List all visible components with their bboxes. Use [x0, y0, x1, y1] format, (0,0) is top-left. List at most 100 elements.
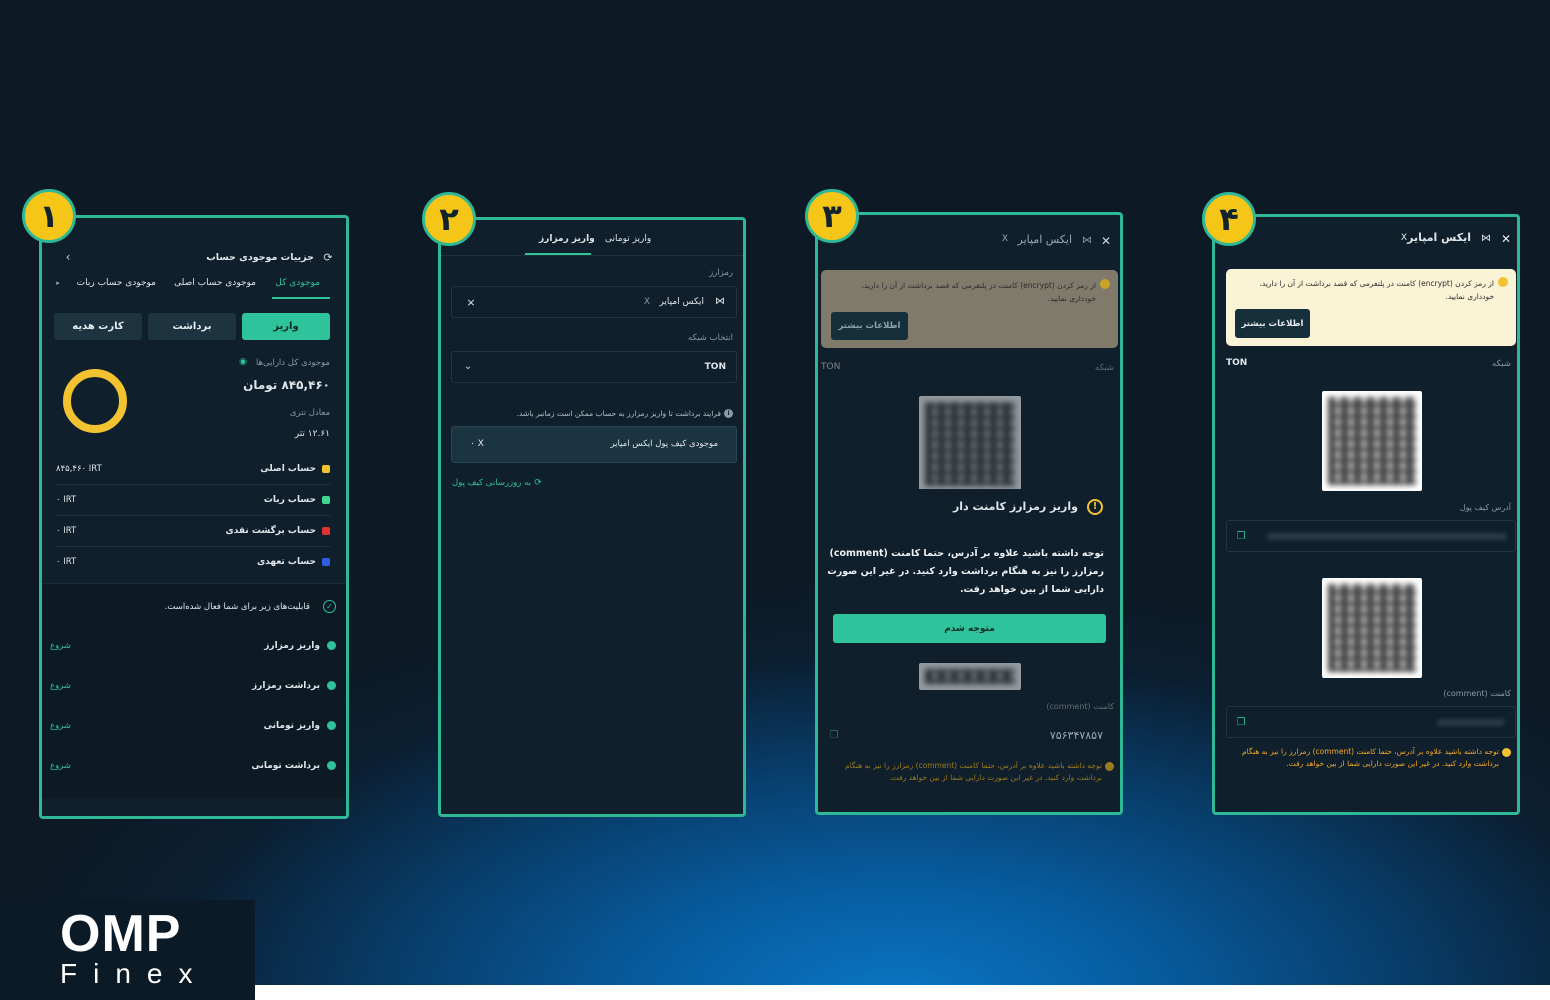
comment-field[interactable]: ❐	[1226, 706, 1516, 738]
encrypt-warning-text: از رمز کردن (encrypt) کامنت در پلتفرمی ک…	[861, 281, 1096, 303]
more-info-button[interactable]: اطلاعات بیشتر	[1235, 309, 1310, 338]
feature-check-icon	[327, 641, 336, 650]
network-label: شبکه	[1095, 363, 1114, 373]
account-color-dot	[322, 465, 330, 473]
encrypt-warning: از رمز کردن (encrypt) کامنت در پلتفرمی ک…	[1226, 269, 1516, 346]
account-value: ۰ IRT	[56, 495, 77, 505]
chevron-down-icon[interactable]: ⌄	[462, 361, 474, 373]
tab-total-balance[interactable]: موجودی کل	[275, 278, 320, 288]
tab-bot-balance[interactable]: موجودی حساب ربات	[77, 278, 156, 288]
tab-scroll-icon[interactable]: ▸	[54, 278, 62, 288]
tab-active-underline	[272, 297, 330, 299]
x-empire-logo-icon: ⋈	[715, 296, 725, 307]
network-label: انتخاب شبکه	[687, 333, 733, 343]
deposit-address-panel: ✕ ⋈ ایکس امپایر X از رمز کردن (encrypt) …	[1212, 214, 1520, 815]
address-qr-code	[1322, 391, 1422, 491]
network-select-value: TON	[704, 362, 726, 372]
crypto-select-value: ایکس امپایر	[659, 297, 704, 307]
copy-icon[interactable]: ❐	[1235, 531, 1247, 543]
crypto-label: رمزارز	[709, 268, 733, 278]
account-name: حساب تعهدی	[256, 557, 316, 567]
feature-check-icon	[327, 761, 336, 770]
copy-icon[interactable]: ❐	[1235, 717, 1247, 729]
account-color-dot	[322, 558, 330, 566]
refresh-icon[interactable]: ⟳	[533, 478, 543, 488]
modal-title: واریز رمزارز کامنت دار	[952, 500, 1078, 513]
feature-name: برداشت رمزارز	[252, 681, 320, 691]
logo-finex: Finex	[60, 958, 209, 989]
feature-name: واریز رمزارز	[264, 641, 320, 651]
deposit-address-panel-modal: ✕ ⋈ ایکس امپایر X از رمز کردن (encrypt) …	[815, 212, 1123, 815]
copy-icon[interactable]: ❐	[828, 730, 840, 742]
deposit-panel: واریز تومانی واریز رمزارز رمزارز ⋈ ایکس …	[438, 217, 746, 817]
account-color-dot	[322, 527, 330, 535]
network-select[interactable]: TON ⌄	[451, 351, 737, 383]
network-label: شبکه	[1492, 359, 1511, 369]
bottom-warning-note: توجه داشته باشید علاوه بر آدرس، حتما کام…	[844, 761, 1102, 782]
refresh-wallet-link[interactable]: به روزرسانی کیف پول	[451, 478, 531, 488]
account-name: حساب برگشت نقدی	[225, 526, 316, 536]
alert-circle-icon: !	[1087, 499, 1103, 515]
account-value: ۰ IRT	[56, 526, 77, 536]
encrypt-warning: از رمز کردن (encrypt) کامنت در پلتفرمی ک…	[821, 270, 1118, 348]
understood-button[interactable]: متوجه شدم	[833, 614, 1106, 643]
feature-start-link[interactable]: شروع	[50, 761, 71, 771]
more-info-button[interactable]: اطلاعات بیشتر	[831, 312, 908, 340]
warning-dot-icon	[1100, 279, 1110, 289]
back-chevron-icon[interactable]: ‹	[62, 251, 74, 263]
comment-deposit-modal: ! واریز رمزارز کامنت دار توجه داشته باشی…	[821, 489, 1120, 663]
feature-check-icon	[327, 681, 336, 690]
close-icon[interactable]: ✕	[1100, 235, 1112, 247]
wallet-balance-value: ۰ X	[470, 439, 484, 449]
tab-crypto-deposit[interactable]: واریز رمزارز	[539, 234, 595, 244]
feature-name: برداشت تومانی	[251, 761, 320, 771]
network-value: TON	[821, 362, 841, 372]
coin-symbol: X	[1001, 234, 1008, 244]
tab-toman-deposit[interactable]: واریز تومانی	[605, 234, 651, 244]
feature-start-link[interactable]: شروع	[50, 681, 71, 691]
x-empire-logo-icon: ⋈	[1481, 233, 1491, 244]
coin-title: ایکس امپایر	[1017, 233, 1072, 246]
network-value: TON	[1226, 358, 1248, 368]
gift-card-button[interactable]: کارت هدیه	[54, 313, 142, 340]
encrypt-warning-text: از رمز کردن (encrypt) کامنت در پلتفرمی ک…	[1259, 279, 1494, 301]
comment-qr-code	[919, 663, 1021, 690]
step-badge-3: ۳	[805, 189, 859, 243]
check-circle-icon: ✓	[323, 600, 336, 613]
step-badge-2: ۲	[422, 192, 476, 246]
account-name: حساب اصلی	[260, 464, 316, 474]
comment-value: ۷۵۶۳۴۷۸۵۷	[1049, 729, 1103, 742]
row-divider	[56, 484, 330, 485]
wallet-balance-box: موجودی کیف پول ایکس امپایر ۰ X	[451, 426, 737, 463]
feature-start-link[interactable]: شروع	[50, 641, 71, 651]
tab-divider	[441, 255, 743, 256]
row-divider	[56, 515, 330, 516]
eye-icon[interactable]: ◉	[238, 357, 248, 367]
feature-check-icon	[327, 721, 336, 730]
warning-dot-icon	[1498, 277, 1508, 287]
blurred-address	[1267, 533, 1507, 540]
omp-finex-logo: OMP Finex	[0, 900, 255, 1000]
warning-dot-icon	[1105, 762, 1114, 771]
refresh-icon[interactable]: ⟳	[322, 251, 334, 263]
blurred-comment	[1437, 719, 1505, 726]
wallet-address-field[interactable]: ❐	[1226, 520, 1516, 552]
address-qr-code	[919, 396, 1021, 492]
account-value: ۸۴۵,۴۶۰ IRT	[56, 464, 102, 474]
step-badge-1: ۱	[22, 189, 76, 243]
tab-main-balance[interactable]: موجودی حساب اصلی	[174, 278, 256, 288]
clear-icon[interactable]: ×	[466, 296, 476, 308]
comment-label: کامنت (comment)	[1443, 689, 1511, 698]
bottom-strip	[255, 985, 1550, 1000]
withdraw-button[interactable]: برداشت	[148, 313, 236, 340]
crypto-select[interactable]: ⋈ ایکس امپایر X ×	[451, 286, 737, 318]
warning-dot-icon	[1502, 748, 1511, 757]
close-icon[interactable]: ✕	[1500, 233, 1512, 245]
x-empire-logo-icon: ⋈	[1082, 235, 1092, 246]
modal-body: توجه داشته باشید علاوه بر آدرس، حتما کام…	[827, 548, 1104, 595]
deposit-button[interactable]: واریز	[242, 313, 330, 340]
bottom-warning-note: توجه داشته باشید علاوه بر آدرس، حتما کام…	[1241, 747, 1499, 768]
address-label: آدرس کیف پول	[1459, 503, 1511, 512]
feature-start-link[interactable]: شروع	[50, 721, 71, 731]
account-value: ۰ IRT	[56, 557, 77, 567]
